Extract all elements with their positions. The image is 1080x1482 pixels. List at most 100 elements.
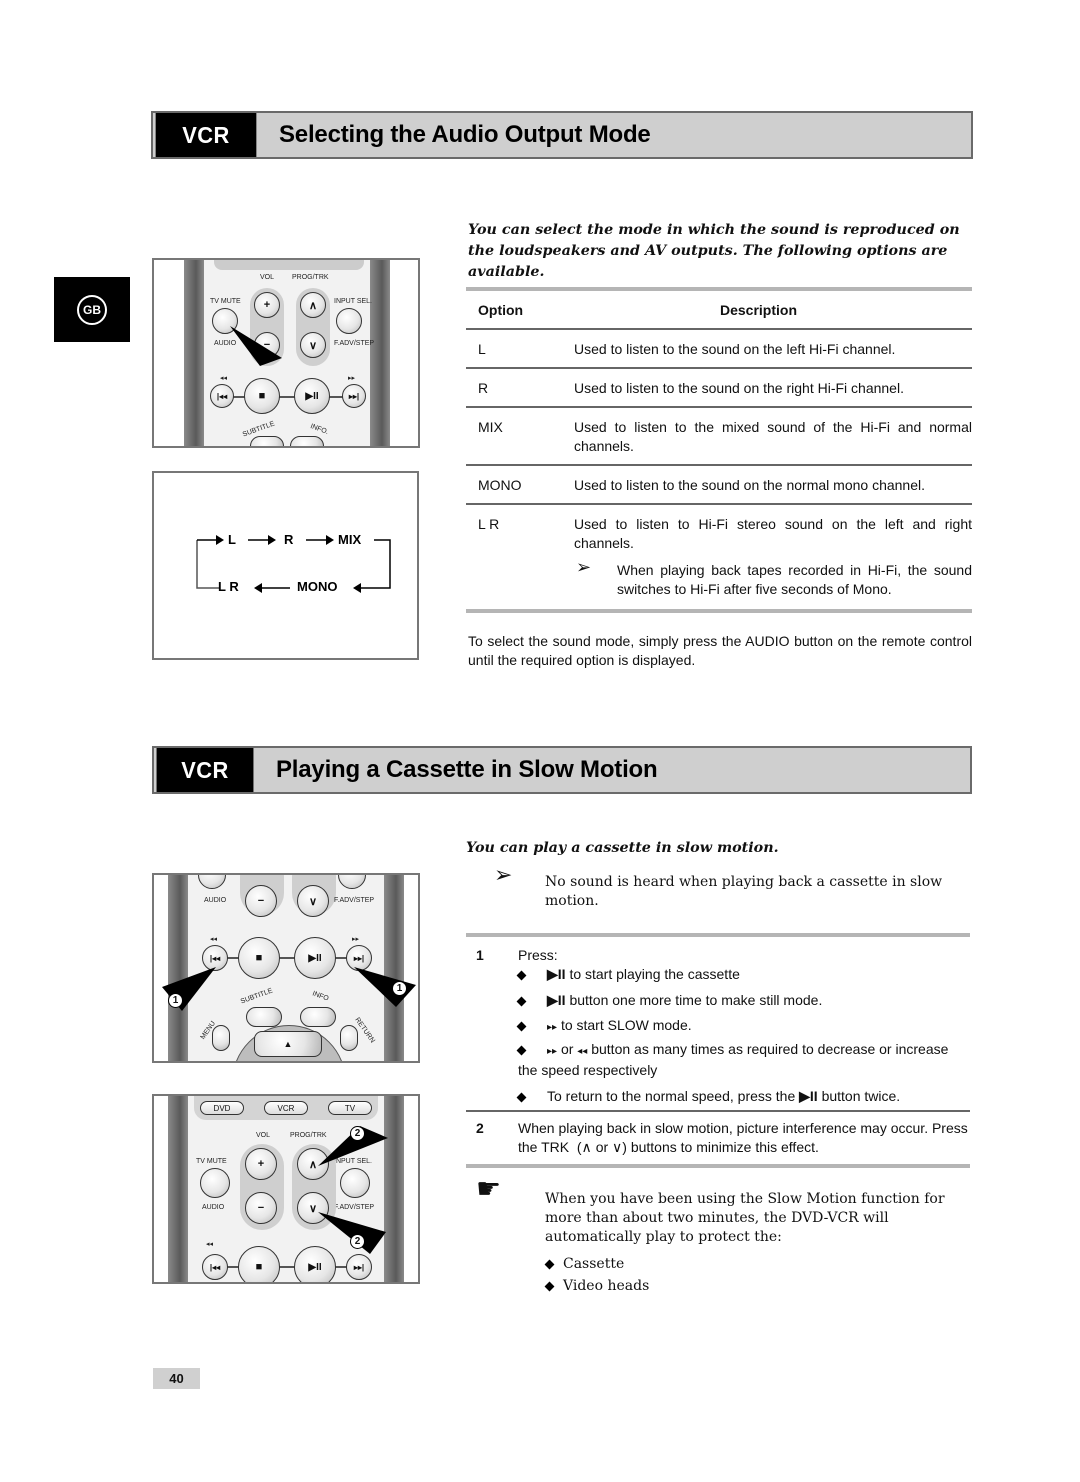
skip-forward-button: ▸▸|	[346, 1254, 372, 1280]
stop-button: ■	[238, 1246, 280, 1282]
tv-mute-label: TV MUTE	[210, 298, 241, 305]
input-sel-label: INPUT SEL.	[334, 298, 372, 305]
audio-mode-cycle-diagram: L R MIX MONO L R	[152, 471, 419, 660]
nav-up-button: ▲	[254, 1031, 322, 1057]
vol-label: VOL	[256, 1132, 271, 1139]
description-cell: Used to listen to Hi-Fi stereo sound on …	[574, 516, 972, 551]
page-number: 40	[153, 1368, 200, 1389]
diamond-bullet-icon	[516, 1021, 527, 1032]
table-header-option: Option	[478, 302, 524, 318]
tv-mode-button: TV	[328, 1101, 372, 1115]
f-adv-step-label: F.ADV/STEP	[334, 340, 375, 347]
description-note: When playing back tapes recorded in Hi-F…	[617, 562, 972, 597]
callout-2-top: 2	[350, 1126, 365, 1141]
vol-up-button: +	[254, 292, 280, 318]
table-rule	[466, 464, 972, 466]
skip-back-button: |◂◂	[202, 1254, 228, 1280]
option-cell: MONO	[478, 477, 522, 493]
steps-top-rule	[466, 933, 970, 937]
vol-down-button: −	[245, 1192, 277, 1224]
steps-bottom-rule	[466, 1164, 970, 1168]
note-arrow-icon: ➢	[494, 862, 513, 887]
diamond-bullet-icon	[516, 1045, 527, 1056]
flow-item-r: R	[284, 532, 294, 547]
diamond-bullet-icon	[544, 1281, 555, 1292]
vol-label: VOL	[260, 274, 275, 281]
step-bullet: ▶II button one more time to make still m…	[516, 991, 823, 1010]
section-tag: VCR	[156, 748, 254, 792]
table-header-description: Description	[720, 302, 798, 318]
option-cell: MIX	[478, 419, 503, 435]
caution-item-text: Video heads	[563, 1278, 650, 1294]
step-number: 2	[476, 1120, 484, 1136]
bullet-text: button twice.	[821, 1088, 901, 1104]
section-header-audio-output: VCR Selecting the Audio Output Mode	[151, 111, 973, 159]
pointer-arrow-icon	[162, 967, 216, 1011]
play-pause-icon: ▶II	[547, 966, 566, 982]
pointing-hand-icon: ☛	[476, 1173, 502, 1204]
play-pause-icon: ▶II	[799, 1088, 818, 1104]
remote-illustration-audio: VOL PROG/TRK TV MUTE INPUT SEL. AUDIO F.…	[152, 258, 420, 448]
skip-back-button: |◂◂	[210, 384, 234, 408]
audio-label: AUDIO	[202, 1204, 225, 1211]
flow-item-mono: MONO	[297, 579, 338, 594]
vol-up-button: +	[245, 1148, 277, 1180]
step-bullet: ▸▸ or ◂◂ button as many times as require…	[516, 1040, 958, 1080]
play-pause-button: ▶II	[294, 937, 336, 979]
remote-illustration-slow-step1: AUDIO F.ADV/STEP − ∨ ◂◂ ▸▸ |◂◂ ■ ▶II ▸▸|…	[152, 873, 420, 1063]
bullet-or: or	[560, 1041, 574, 1057]
prog-trk-label: PROG/TRK	[292, 274, 329, 281]
section1-intro: You can select the mode in which the sou…	[468, 222, 960, 280]
prog-down-button: ∨	[300, 332, 326, 358]
table-rule	[466, 328, 972, 330]
caution-item: Video heads	[544, 1277, 650, 1296]
description-cell: Used to listen to the sound on the norma…	[574, 477, 925, 493]
input-sel-button	[336, 308, 362, 334]
remote-illustration-slow-step2: DVD VCR TV VOL PROG/TRK TV MUTE INPUT SE…	[152, 1094, 420, 1284]
section1-footer-text: To select the sound mode, simply press t…	[468, 633, 972, 668]
f-adv-step-label: F.ADV/STEP	[334, 897, 375, 904]
section-title: Playing a Cassette in Slow Motion	[276, 756, 658, 783]
language-badge-label: GB	[77, 294, 107, 325]
diamond-bullet-icon	[516, 970, 527, 981]
bullet-text: button one more time to make still mode.	[569, 992, 823, 1008]
table-top-rule	[466, 287, 972, 291]
dvd-mode-button: DVD	[200, 1101, 244, 1115]
note-arrow-icon: ➢	[576, 557, 592, 577]
fast-forward-icon: ▸▸	[547, 1022, 558, 1033]
rewind-glyph-label: ◂◂	[210, 936, 218, 943]
callout-1-left: 1	[168, 993, 183, 1008]
input-sel-button	[340, 1168, 370, 1198]
subtitle-button	[250, 436, 284, 446]
play-pause-button: ▶II	[294, 1246, 336, 1282]
step-bullet: To return to the normal speed, press the…	[516, 1087, 901, 1106]
table-rule	[466, 367, 972, 369]
table-rule	[466, 406, 972, 408]
info-button	[300, 1007, 336, 1027]
vcr-mode-button: VCR	[264, 1101, 308, 1115]
section-tag: VCR	[155, 113, 257, 157]
step-text: When playing back in slow motion, pictur…	[518, 1119, 972, 1157]
table-bottom-rule	[466, 609, 972, 613]
rewind-glyph-label: ◂◂	[220, 375, 228, 382]
trk-arrows: (∧ or ∨)	[576, 1139, 627, 1155]
section2-intro: You can play a cassette in slow motion.	[466, 840, 779, 856]
callout-2-bottom: 2	[350, 1234, 365, 1249]
vol-down-button: −	[245, 885, 277, 917]
ff-glyph-label: ▸▸	[352, 936, 360, 943]
flow-item-l: L	[228, 532, 236, 547]
diamond-bullet-icon	[516, 1092, 527, 1103]
diamond-bullet-icon	[544, 1259, 555, 1270]
option-cell: L	[478, 341, 486, 357]
bullet-text: to start playing the cassette	[569, 966, 740, 982]
tv-mute-label: TV MUTE	[196, 1158, 227, 1165]
caution-item: Cassette	[544, 1255, 624, 1274]
table-rule	[466, 503, 972, 505]
menu-button	[212, 1025, 230, 1051]
play-pause-icon: ▶II	[547, 992, 566, 1008]
steps-rule	[466, 1110, 970, 1112]
step-number: 1	[476, 947, 484, 963]
stop-button: ■	[238, 937, 280, 979]
language-badge: GB	[54, 277, 130, 342]
rewind-icon: ◂◂	[577, 1046, 588, 1057]
